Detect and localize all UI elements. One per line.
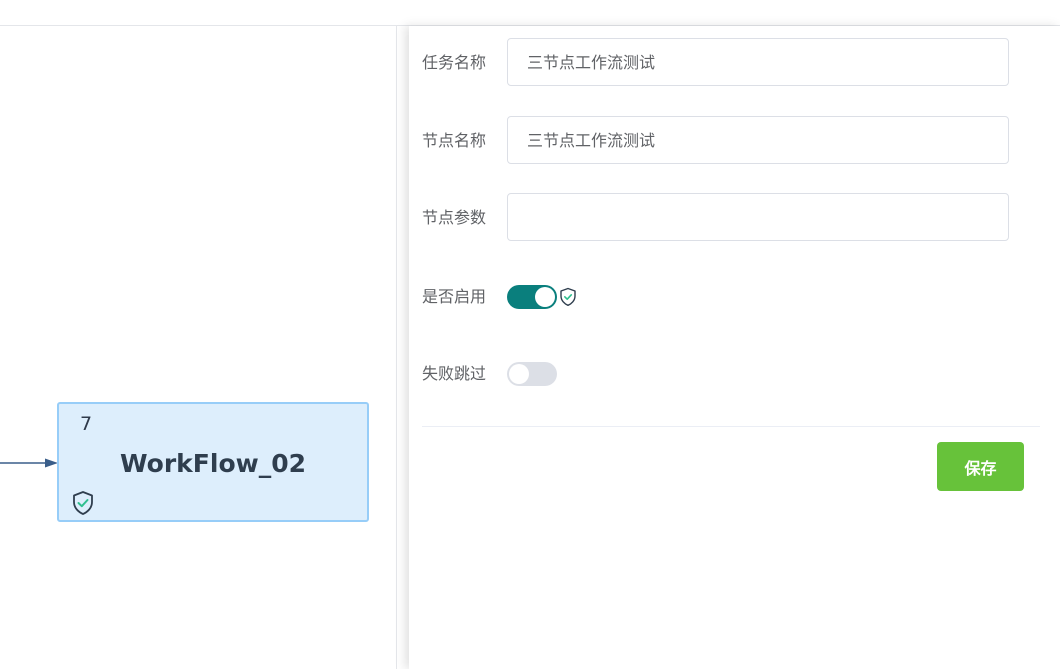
- edge-arrow: [0, 458, 58, 468]
- skip-on-failure-switch[interactable]: [507, 362, 557, 386]
- workflow-node[interactable]: 7 WorkFlow_02: [57, 402, 369, 522]
- node-title: WorkFlow_02: [119, 449, 307, 478]
- switch-knob: [509, 364, 529, 384]
- workflow-canvas[interactable]: [0, 26, 396, 669]
- shield-check-icon: [73, 491, 93, 515]
- node-index: 7: [80, 413, 93, 435]
- node-params-label: 节点参数: [422, 208, 487, 227]
- node-params-input[interactable]: [507, 193, 1009, 241]
- canvas-divider: [396, 26, 397, 669]
- task-name-label: 任务名称: [422, 53, 487, 72]
- task-name-input[interactable]: 三节点工作流测试: [507, 38, 1009, 86]
- shield-check-icon: [560, 287, 576, 306]
- enabled-switch[interactable]: [507, 285, 557, 309]
- enabled-label: 是否启用: [422, 287, 487, 306]
- skip-on-failure-label: 失败跳过: [422, 364, 487, 383]
- node-settings-panel: 任务名称 三节点工作流测试 节点名称 三节点工作流测试 节点参数 是否启用 失败…: [409, 26, 1060, 669]
- save-button[interactable]: 保存: [937, 442, 1024, 491]
- node-name-input[interactable]: 三节点工作流测试: [507, 116, 1009, 164]
- panel-divider: [422, 426, 1040, 427]
- switch-knob: [535, 287, 555, 307]
- node-name-label: 节点名称: [422, 131, 487, 150]
